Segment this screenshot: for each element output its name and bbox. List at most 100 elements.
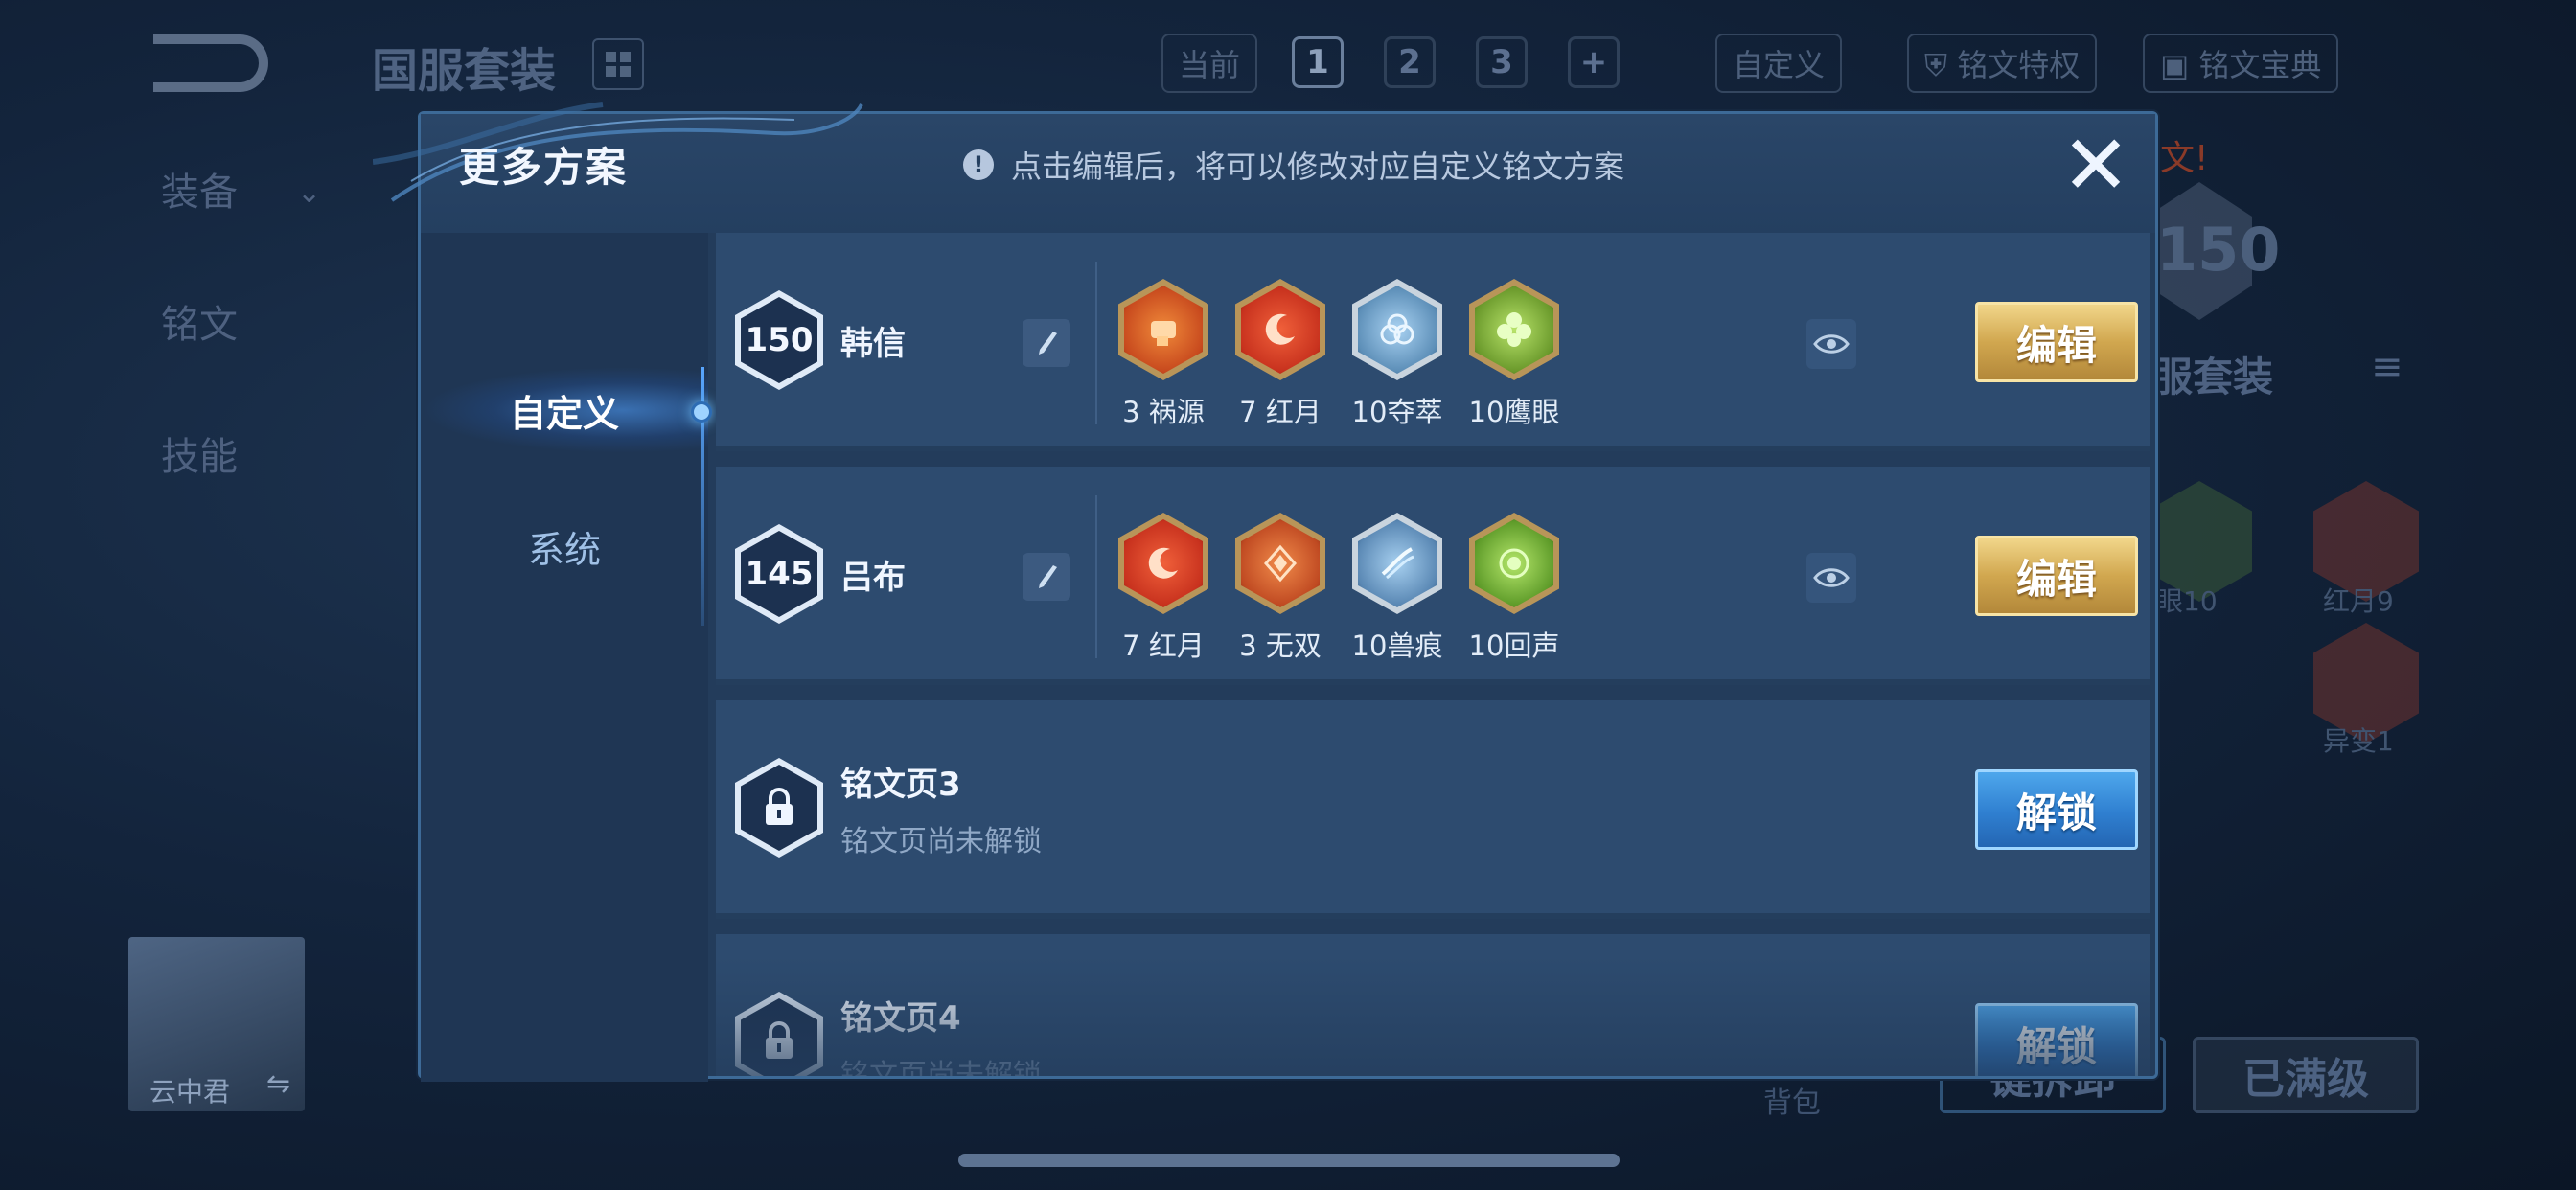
claw-icon: [1352, 513, 1442, 614]
rune-label: 3 祸源: [1122, 396, 1205, 428]
crescent-moon-icon: [1235, 279, 1325, 380]
brush-icon: [1039, 332, 1057, 355]
modal-header: 更多方案 ! 点击编辑后，将可以修改对应自定义铭文方案 ✕: [373, 102, 2155, 233]
list-icon[interactable]: ≡: [2371, 345, 2404, 389]
scheme-level: 145: [741, 531, 817, 617]
locked-page-subtitle: 铭文页尚未解锁: [840, 825, 1042, 858]
level-hex-icon: 145: [735, 524, 823, 624]
brush-icon: [1039, 565, 1057, 588]
lock-hex-icon: [735, 758, 823, 858]
page-2-button[interactable]: 2: [1384, 36, 1436, 88]
preview-button[interactable]: [1806, 553, 1856, 603]
rune-label: 10鹰眼: [1468, 396, 1560, 428]
bag-label[interactable]: 背包: [1763, 1079, 1821, 1121]
triquetra-icon: [1352, 279, 1442, 380]
diamond-swirl-icon: [1235, 513, 1325, 614]
rename-brush-button[interactable]: [1023, 319, 1070, 367]
eye-icon: [1813, 568, 1850, 587]
edit-button[interactable]: 编辑: [1975, 302, 2138, 382]
scheme-tabs: 自定义 系统: [421, 233, 712, 1082]
clover-icon: [1469, 279, 1559, 380]
suite-title: 国服套装: [372, 44, 557, 98]
tab-system[interactable]: 系统: [421, 503, 708, 589]
lock-icon: [766, 1021, 793, 1059]
rune-slot: 3 祸源: [1118, 279, 1208, 430]
row-divider: [1095, 262, 1097, 424]
codex-label: ▣ 铭文宝典: [2143, 34, 2339, 93]
scheme-hero-name: 吕布: [840, 559, 906, 597]
scheme-row: 145 吕布 7 红月 3 无双 10兽痕 10回声 编辑: [716, 467, 2150, 685]
orb-icon: [1469, 513, 1559, 614]
add-page-button[interactable]: +: [1568, 36, 1620, 88]
rune-label: 红月9: [2323, 585, 2394, 617]
rune-label: 7 红月: [1239, 396, 1322, 428]
page-1-button[interactable]: 1: [1292, 36, 1344, 88]
preview-button[interactable]: [1806, 319, 1856, 369]
rune-slot: 7 红月: [1235, 279, 1325, 430]
crescent-moon-icon: [1118, 513, 1208, 614]
rename-brush-button[interactable]: [1023, 553, 1070, 601]
scheme-row: 150 韩信 3 祸源 7 红月 10夺萃 10鹰眼 编辑: [716, 233, 2150, 451]
privilege-label: ⛨ 铭文特权: [1907, 34, 2098, 93]
rune-privilege-button[interactable]: ⛨ 铭文特权: [1907, 34, 2098, 93]
side-menu-runes[interactable]: 铭文: [161, 293, 238, 349]
lock-hex-icon: [735, 992, 823, 1076]
unlock-button[interactable]: 解锁: [1975, 1003, 2138, 1076]
max-level-button[interactable]: 已满级: [2193, 1037, 2419, 1113]
rune-label: 异变1: [2323, 725, 2394, 757]
scheme-hero-name: 韩信: [840, 325, 906, 363]
unlock-button[interactable]: 解锁: [1975, 769, 2138, 850]
locked-page-title: 铭文页3: [840, 766, 961, 804]
modal-title: 更多方案: [459, 144, 629, 191]
close-button[interactable]: ✕: [2058, 118, 2134, 214]
scheme-list[interactable]: 150 韩信 3 祸源 7 红月 10夺萃 10鹰眼 编辑 145 吕布 7 红…: [716, 233, 2150, 1076]
close-icon: ✕: [2060, 118, 2131, 214]
rune-codex-button[interactable]: ▣ 铭文宝典: [2143, 34, 2339, 93]
rune-slot: 10夺萃: [1352, 279, 1442, 430]
rune-slot: 3 无双: [1235, 513, 1325, 664]
back-icon[interactable]: [153, 34, 268, 92]
swap-icon[interactable]: ⇋: [266, 1067, 290, 1101]
eye-icon: [1813, 334, 1850, 354]
tip-text: 点击编辑后，将可以修改对应自定义铭文方案: [1011, 149, 1625, 185]
side-menu-skills[interactable]: 技能: [161, 425, 238, 481]
rune-slot: 10回声: [1469, 513, 1559, 664]
rune-group: 3 祸源 7 红月 10夺萃 10鹰眼: [1118, 279, 1559, 430]
grid-icon[interactable]: [592, 38, 644, 90]
topbar-custom[interactable]: 自定义: [1715, 34, 1843, 93]
rune-label: 3 无双: [1239, 629, 1322, 662]
locked-page-row: 铭文页3 铭文页尚未解锁 解锁: [716, 700, 2150, 919]
active-tab-indicator: [691, 401, 712, 423]
locked-page-subtitle: 铭文页尚未解锁: [840, 1059, 1042, 1076]
fist-icon: [1118, 279, 1208, 380]
custom-label: 自定义: [1715, 34, 1843, 93]
current-label: 当前: [1162, 34, 1258, 93]
rune-label: 7 红月: [1122, 629, 1205, 662]
row-divider: [1095, 495, 1097, 658]
info-icon: !: [963, 149, 994, 180]
rune-label: 10兽痕: [1351, 629, 1443, 662]
rune-slot: 10兽痕: [1352, 513, 1442, 664]
side-menu-equipment[interactable]: 装备: [161, 161, 238, 217]
rune-slot: 10鹰眼: [1469, 279, 1559, 430]
rune-label: 10回声: [1468, 629, 1560, 662]
lock-icon: [766, 788, 793, 825]
chevron-down-icon: ⌄: [297, 176, 322, 210]
home-indicator[interactable]: [958, 1154, 1620, 1167]
rune-label: 10夺萃: [1351, 396, 1443, 428]
notice-text: 文!: [2160, 139, 2209, 178]
bg-level-value: 150: [2156, 215, 2281, 285]
locked-page-title: 铭文页4: [840, 999, 961, 1038]
scheme-level: 150: [741, 297, 817, 383]
rune-slot: 7 红月: [1118, 513, 1208, 664]
topbar-current: 当前: [1162, 34, 1258, 93]
bg-set-name: 服套装: [2152, 354, 2274, 400]
rune-label: 眼10: [2156, 585, 2218, 617]
tab-custom[interactable]: 自定义: [421, 367, 708, 453]
rune-group: 7 红月 3 无双 10兽痕 10回声: [1118, 513, 1559, 664]
level-hex-icon: 150: [735, 290, 823, 390]
hero-name-label: 云中君: [150, 1076, 231, 1108]
modal-tip: ! 点击编辑后，将可以修改对应自定义铭文方案: [963, 143, 1624, 187]
page-3-button[interactable]: 3: [1476, 36, 1528, 88]
edit-button[interactable]: 编辑: [1975, 536, 2138, 616]
